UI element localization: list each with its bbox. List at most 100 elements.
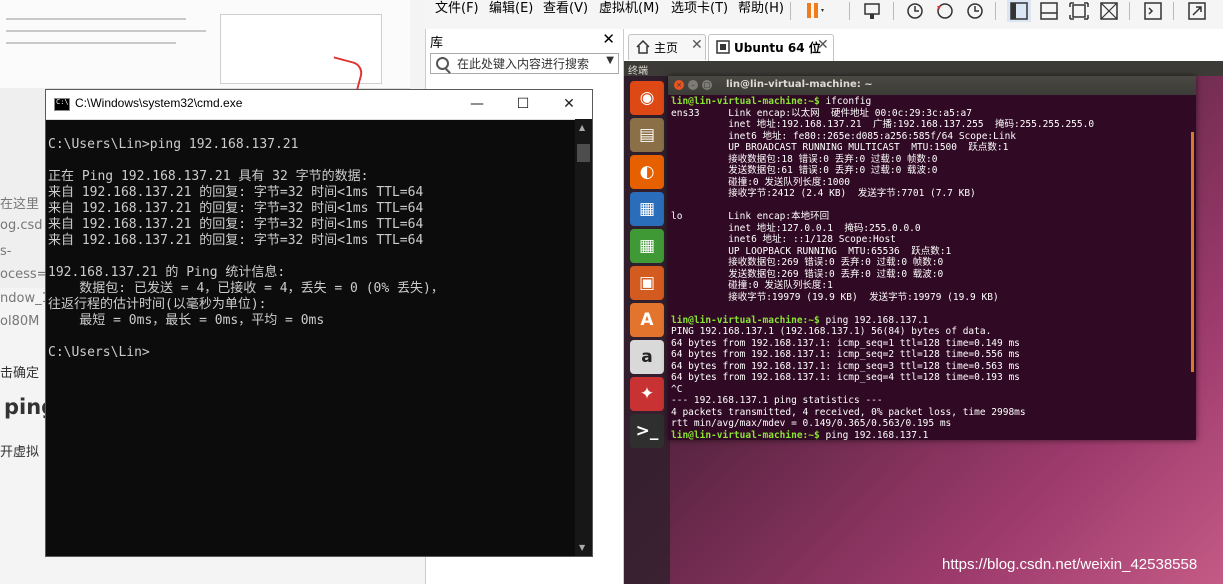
terminal-line: 碰撞:0 发送队列长度:1000 [671,176,850,188]
cmd-scroll-thumb[interactable] [577,144,590,162]
terminal-line: 接收数据包:269 错误:0 丢弃:0 过载:0 帧数:0 [671,257,944,268]
menu-edit[interactable]: 编辑(E) [489,0,533,18]
close-icon[interactable]: ✕ [817,37,829,53]
send-ctrl-alt-del-button[interactable] [861,0,885,22]
snapshot-manager-button[interactable] [963,0,987,22]
cmd-line [48,153,576,169]
background-text: 击确定 [0,366,40,381]
terminal-line: 64 bytes from 192.168.137.1: icmp_seq=4 … [671,372,1020,383]
toolbar-separator [995,2,996,20]
cmd-scrollbar[interactable]: ▲ ▼ [575,119,592,556]
tab-ubuntu[interactable]: Ubuntu 64 位 ✕ [708,34,834,61]
full-screen-button[interactable] [1067,0,1091,22]
terminal-line: ^C [671,383,683,395]
cmd-line: 来自 192.168.137.21 的回复: 字节=32 时间<1ms TTL=… [48,185,424,200]
maximize-icon[interactable]: □ [702,80,712,90]
terminal-output[interactable]: lin@lin-virtual-machine:~$ ifconfig ens33… [671,96,1186,440]
terminal-line: 发送数据包:61 错误:0 丢弃:0 过载:0 载波:0 [671,165,938,176]
snapshot-button[interactable] [903,0,927,22]
cmd-line: 192.168.137.21 的 Ping 统计信息: [48,265,286,280]
tab-ubuntu-label: Ubuntu 64 位 [734,41,821,55]
terminal-scrollbar[interactable] [1191,132,1194,372]
close-button[interactable]: ✕ [546,90,592,119]
library-search-input[interactable] [457,56,597,72]
cmd-line: C:\Users\Lin> [48,345,150,360]
terminal-line: inet6 地址: ::1/128 Scope:Host [671,234,896,245]
cmd-line [48,329,576,345]
library-close-button[interactable]: ✕ [602,30,615,48]
terminal-line: 发送数据包:269 错误:0 丢弃:0 过载:0 载波:0 [671,268,944,280]
software-center-icon-glyph: A [640,310,654,330]
thumbnail-bar-button[interactable] [1037,0,1061,22]
tab-home-label: 主页 [654,41,679,55]
show-library-button[interactable] [1007,0,1031,22]
keyboard-icon [864,3,880,19]
tab-home[interactable]: 主页 ✕ [628,34,706,60]
software-center-icon[interactable]: A [630,303,664,337]
ubuntu-dash-icon[interactable]: ◉ [630,81,664,115]
background-text: og.csd [0,218,43,233]
cmd-line: 数据包: 已发送 = 4，已接收 = 4，丢失 = 0 (0% 丢失)， [48,281,444,296]
writer-icon-glyph: ▦ [638,199,656,219]
firefox-icon[interactable]: ◐ [630,155,664,189]
unity-button[interactable] [1097,0,1121,22]
terminal-line: 64 bytes from 192.168.137.1: icmp_seq=1 … [671,337,1020,349]
files-icon-glyph: ▤ [638,125,656,145]
terminal-line: ens33 Link encap:以太网 硬件地址 00:0c:29:3c:a5… [671,107,972,119]
terminal-command: ifconfig [819,96,872,107]
amazon-icon[interactable]: a [630,340,664,374]
amazon-icon-glyph: a [641,347,653,367]
cmd-title-bar: C:\Windows\system32\cmd.exe — ☐ ✕ [46,90,592,120]
vm-icon [716,40,730,54]
cmd-output[interactable]: C:\Users\Lin>ping 192.168.137.21 正在 Ping… [46,119,576,556]
close-icon[interactable]: ✕ [691,37,703,53]
terminal-line: inet6 地址: fe80::265e:d085:a256:585f/64 S… [671,130,1017,142]
terminal-prompt-line: lin@lin-virtual-machine:~$ ping 192.168.… [671,315,1186,327]
thumb-line [6,18,186,20]
library-header: 库 ✕ [426,29,623,51]
terminal-prompt: lin@lin-virtual-machine:~$ [671,314,820,326]
close-icon[interactable]: × [674,80,684,90]
terminal-line: 64 bytes from 192.168.137.1: icmp_seq=2 … [671,349,1020,360]
revert-snapshot-button[interactable] [933,0,957,22]
chevron-down-icon[interactable]: ▼ [606,55,614,66]
pause-icon [807,3,824,18]
console-view-button[interactable] [1141,0,1165,22]
panel-icon [1040,2,1058,20]
background-text: 在这里 [0,197,40,212]
library-search-box[interactable]: ▼ [430,53,619,74]
menu-help[interactable]: 帮助(H) [738,0,784,18]
calc-icon[interactable]: ▦ [630,229,664,263]
maximize-button[interactable]: ☐ [500,90,546,119]
menu-file[interactable]: 文件(F) [435,0,479,18]
background-text: 开虚拟 [0,445,40,460]
pause-button[interactable] [801,0,825,22]
search-icon [436,57,449,70]
cmd-title: C:\Windows\system32\cmd.exe [75,96,243,110]
thumb-line [6,30,206,32]
stretch-guest-button[interactable] [1185,0,1209,22]
terminal-line: 碰撞:0 发送队列长度:1 [671,280,833,291]
settings-icon[interactable]: ✦ [630,377,664,411]
minimize-icon[interactable]: – [688,80,698,90]
terminal-window[interactable]: × – □ lin@lin-virtual-machine: ~ lin@lin… [668,76,1196,440]
cmd-window[interactable]: C:\Windows\system32\cmd.exe — ☐ ✕ C:\Use… [45,89,593,557]
terminal-icon[interactable]: >_ [630,414,664,448]
menu-vm[interactable]: 虚拟机(M) [599,0,659,18]
impress-icon-glyph: ▣ [638,273,656,293]
scroll-up-icon[interactable]: ▲ [579,123,585,132]
files-icon[interactable]: ▤ [630,118,664,152]
scroll-down-icon[interactable]: ▼ [579,543,585,552]
terminal-prompt: lin@lin-virtual-machine:~$ [671,96,820,107]
menu-tabs[interactable]: 选项卡(T) [671,0,728,18]
impress-icon[interactable]: ▣ [630,266,664,300]
background-screenshot-thumbnail [0,0,410,91]
vm-display[interactable]: 终端 ◉ ▤ ◐ ▦ ▦ ▣ Aa ✦ >_ × – □ lin@lin-virtual-mac… [624,61,1223,584]
writer-icon[interactable]: ▦ [630,192,664,226]
watermark: https://blog.csdn.net/weixin_42538558 [942,556,1198,573]
cmd-line: 来自 192.168.137.21 的回复: 字节=32 时间<1ms TTL=… [48,217,424,232]
minimize-button[interactable]: — [454,90,500,119]
vmware-menu-bar: 文件(F) 编辑(E) 查看(V) 虚拟机(M) 选项卡(T) 帮助(H) [425,0,1223,30]
menu-view[interactable]: 查看(V) [543,0,588,18]
background-text: ol80M [0,314,40,329]
